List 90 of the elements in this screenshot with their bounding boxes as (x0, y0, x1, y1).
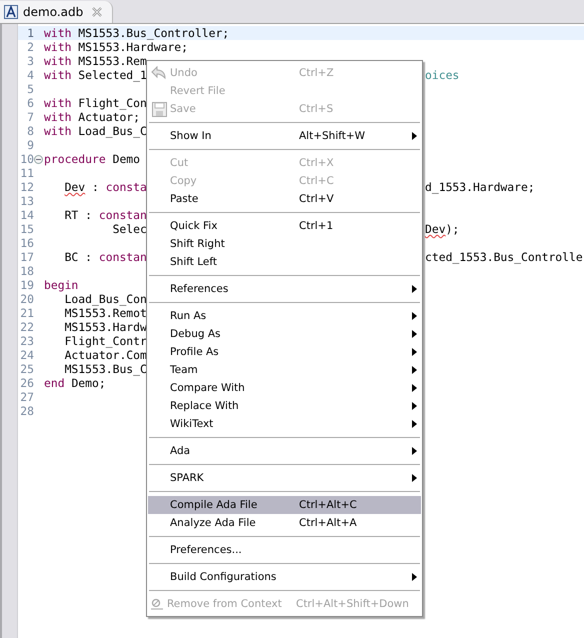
line-number: 17 (19, 250, 34, 264)
code-line: with Load_Bus_C (44, 124, 147, 138)
line-number: 16 (19, 236, 34, 250)
line-number: 21 (19, 306, 34, 320)
code-line: Selec (112, 222, 147, 236)
code-line: procedure Demo (44, 152, 140, 166)
line-number: 12 (19, 180, 34, 194)
code-line: MS1553.Hardw (64, 320, 147, 334)
code-line: Actuator.Com (64, 348, 147, 362)
line-number: 6 (26, 96, 34, 110)
line-number: 1 (26, 26, 34, 40)
menu-item[interactable]: Build Configurations (148, 568, 421, 586)
line-number: 18 (19, 264, 34, 278)
menu-item[interactable]: Team (148, 361, 421, 379)
line-number: 9 (26, 138, 34, 152)
menu-item[interactable]: Quick Fix Ctrl+1 (148, 217, 421, 235)
submenu-arrow-icon (412, 420, 416, 428)
menu-item[interactable]: Replace With (148, 397, 421, 415)
submenu-arrow-icon (412, 402, 416, 410)
line-number: 23 (19, 334, 34, 348)
line-number: 7 (26, 110, 34, 124)
submenu-arrow-icon (412, 573, 416, 581)
submenu-arrow-icon (412, 348, 416, 356)
code-line: with Selected_1 (44, 68, 147, 82)
line-number: 13 (19, 194, 34, 208)
editor-tab[interactable]: demo.adb (0, 1, 114, 23)
code-line: with MS1553.Bus_Controller; (44, 26, 230, 40)
menu-item[interactable]: Compare With (148, 379, 421, 397)
line-number: 3 (26, 54, 34, 68)
menu-item[interactable]: SPARK (148, 469, 421, 487)
line-number: 25 (19, 362, 34, 376)
save-icon (152, 102, 166, 116)
code-line: with MS1553.Rem (44, 54, 147, 68)
menu-item[interactable]: Run As (148, 307, 421, 325)
line-number: 10 (19, 152, 34, 166)
line-number: 20 (19, 292, 34, 306)
menu-item[interactable]: Debug As (148, 325, 421, 343)
line-number: 8 (26, 124, 34, 138)
submenu-arrow-icon (412, 474, 416, 482)
submenu-arrow-icon (412, 384, 416, 392)
menu-item[interactable]: References (148, 280, 421, 298)
code-line: Load_Bus_Con (64, 292, 147, 306)
code-line: BC : constan (64, 250, 147, 264)
line-number: 24 (19, 348, 34, 362)
code-line: Dev : consta (64, 180, 147, 194)
code-line: MS1553.Remot (64, 306, 147, 320)
undo-arrow-icon (151, 66, 167, 80)
line-number: 5 (26, 82, 34, 96)
submenu-arrow-icon (412, 285, 416, 293)
line-number: 15 (19, 222, 34, 236)
close-icon[interactable] (92, 7, 102, 17)
menu-item[interactable]: Show In Alt+Shift+W (148, 127, 421, 145)
code-line: d_1553.Hardware; (424, 180, 535, 194)
code-line: MS1553.Bus_C (64, 362, 147, 376)
line-number: 4 (26, 68, 34, 82)
line-number: 26 (19, 376, 34, 390)
code-line: RT : constan (64, 208, 147, 222)
code-line: cted_1553.Bus_Controlle (424, 250, 583, 264)
line-number: 11 (19, 166, 34, 180)
submenu-arrow-icon (412, 132, 416, 140)
menu-item[interactable]: Analyze Ada File Ctrl+Alt+A (148, 514, 421, 532)
code-line: with Actuator; (44, 110, 140, 124)
line-number: 22 (19, 320, 34, 334)
code-line: begin (44, 278, 78, 292)
menu-item[interactable]: Shift Left (148, 253, 421, 271)
menu-item[interactable]: Preferences... (148, 541, 421, 559)
menu-item[interactable]: Profile As (148, 343, 421, 361)
submenu-arrow-icon (412, 447, 416, 455)
line-number: 2 (26, 40, 34, 54)
menu-item[interactable]: WikiText (148, 415, 421, 433)
submenu-arrow-icon (412, 330, 416, 338)
line-number: 14 (19, 208, 34, 222)
code-line: end Demo; (44, 376, 106, 390)
submenu-arrow-icon (412, 366, 416, 374)
code-line: Flight_Contr (64, 334, 147, 348)
ada-file-icon (4, 5, 18, 19)
menu-item[interactable]: Ada (148, 442, 421, 460)
menu-item[interactable]: Paste Ctrl+V (148, 190, 421, 208)
code-line: with Flight_Con (44, 96, 147, 110)
line-number: 19 (19, 278, 34, 292)
submenu-arrow-icon (412, 312, 416, 320)
line-number: 28 (19, 404, 34, 418)
remove-context-icon (150, 598, 164, 610)
menu-item[interactable]: Shift Right (148, 235, 421, 253)
code-line: Dev); (424, 222, 460, 236)
code-line: with MS1553.Hardware; (44, 40, 188, 54)
menu-item[interactable]: Compile Ada File Ctrl+Alt+C (148, 496, 421, 514)
line-number: 27 (19, 390, 34, 404)
code-line: oices (424, 68, 460, 82)
collapse-icon[interactable] (34, 154, 43, 164)
